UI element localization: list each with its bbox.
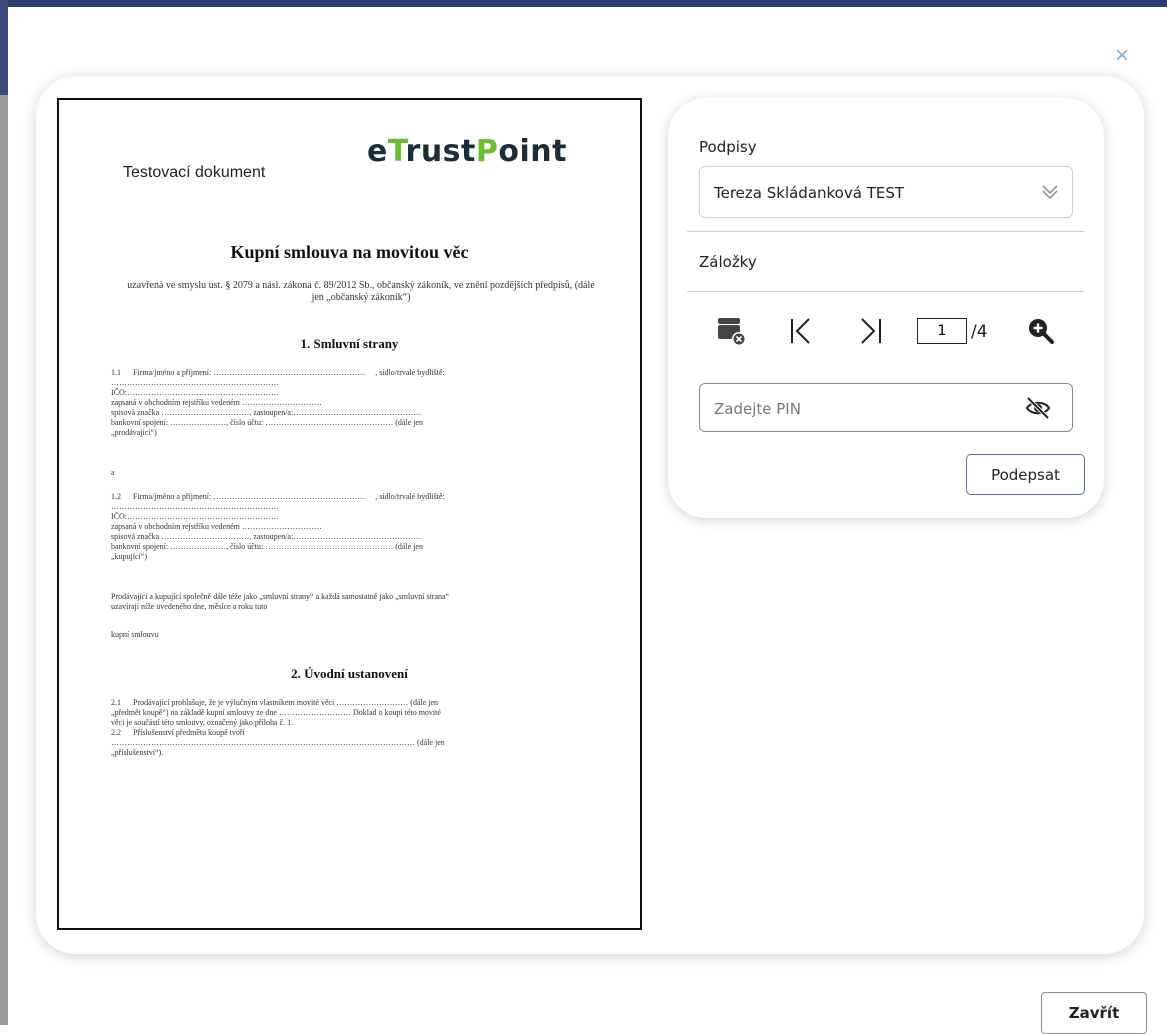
section-heading-1: 1. Smluvní strany: [300, 336, 399, 351]
section-heading-2: 2. Úvodní ustanovení: [291, 666, 408, 681]
last-page-icon[interactable]: [854, 314, 888, 348]
divider: [687, 291, 1084, 292]
etrustpoint-logo: eTrustPoint: [367, 134, 567, 169]
paragraph-parties: Prodávající a kupující společně dále též…: [111, 592, 450, 611]
paragraph-and: a: [111, 468, 115, 477]
pin-field: [699, 383, 1073, 432]
paragraph-contract: kupní smlouvu: [111, 630, 159, 639]
close-button[interactable]: Zavřít: [1041, 992, 1147, 1034]
calendar-cancel-icon[interactable]: [715, 314, 749, 348]
zoom-in-icon[interactable]: [1024, 314, 1058, 348]
backdrop-left-edge: [0, 0, 8, 1025]
first-page-icon[interactable]: [785, 314, 819, 348]
divider: [687, 231, 1084, 232]
chevron-double-down-icon: [1042, 185, 1058, 200]
pin-input[interactable]: [712, 396, 1006, 422]
signature-select-value: Tereza Skládanková TEST: [714, 184, 905, 202]
signatures-label: Podpisy: [699, 138, 757, 156]
document-subtitle: uzavřená ve smyslu ust. § 2079 a násl. z…: [127, 280, 595, 303]
sign-button[interactable]: Podepsat: [966, 454, 1085, 495]
backdrop-top-bar: [8, 0, 1167, 7]
backdrop-left-header: [0, 0, 8, 95]
close-icon[interactable]: ×: [1110, 44, 1134, 68]
eye-off-icon[interactable]: [1024, 394, 1052, 422]
paragraph-1-2: 1.2 Firma/jméno a příjmení: …………………………………: [111, 492, 445, 561]
page-total: /4: [971, 322, 988, 342]
document-preview: Testovací dokument eTrustPoint Kupní sml…: [57, 98, 642, 930]
paragraph-2: 2.1 Prodávající prohlašuje, že je výlučn…: [111, 698, 445, 757]
paragraph-1-1: 1.1 Firma/jméno a příjmení: …………………………………: [111, 368, 445, 437]
document-title: Kupní smlouva na movitou věc: [230, 242, 469, 262]
document-header-text: Testovací dokument: [123, 164, 266, 181]
bookmarks-label: Záložky: [699, 253, 757, 271]
page-number-input[interactable]: [917, 318, 967, 344]
signature-select[interactable]: Tereza Skládanková TEST: [699, 166, 1073, 218]
